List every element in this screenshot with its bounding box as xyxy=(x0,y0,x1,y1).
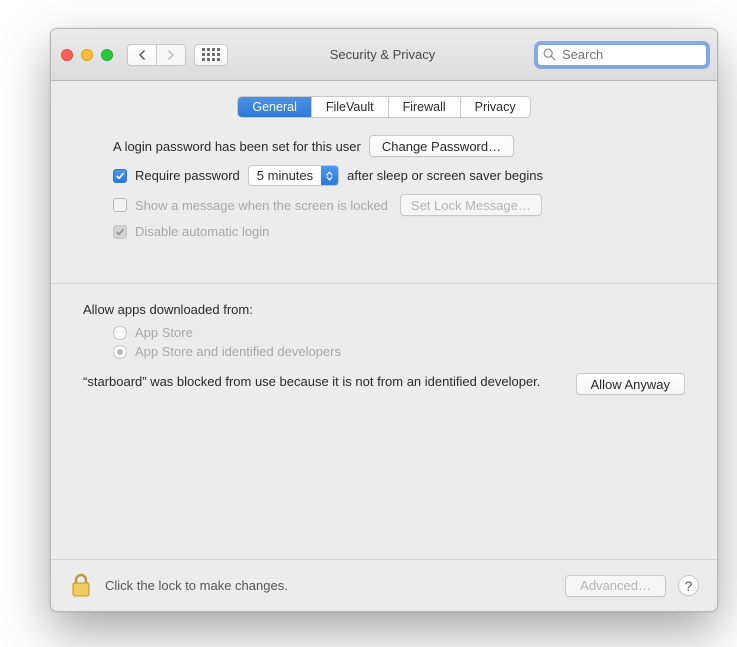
disable-automatic-login-checkbox xyxy=(113,225,127,239)
chevron-right-icon xyxy=(167,50,175,60)
allow-apps-heading: Allow apps downloaded from: xyxy=(83,302,253,317)
show-all-button[interactable] xyxy=(194,44,228,66)
show-message-label: Show a message when the screen is locked xyxy=(135,198,388,213)
tab-segment: General FileVault Firewall Privacy xyxy=(238,97,529,117)
tab-general[interactable]: General xyxy=(238,97,311,117)
footer: Click the lock to make changes. Advanced… xyxy=(51,559,717,611)
allow-anyway-button[interactable]: Allow Anyway xyxy=(576,373,685,395)
require-password-label: Require password xyxy=(135,168,240,183)
tab-bar: General FileVault Firewall Privacy xyxy=(51,97,717,117)
search-icon xyxy=(543,48,556,61)
disable-automatic-login-label: Disable automatic login xyxy=(135,224,269,239)
preferences-window: Security & Privacy General FileVault Fir… xyxy=(50,28,718,612)
help-button[interactable]: ? xyxy=(678,575,699,596)
advanced-button: Advanced… xyxy=(565,575,666,597)
divider xyxy=(51,283,717,284)
lock-icon xyxy=(69,572,93,600)
tab-filevault[interactable]: FileVault xyxy=(312,97,389,117)
check-icon xyxy=(115,227,125,237)
stepper-arrows-icon xyxy=(321,166,338,185)
window-controls xyxy=(61,49,113,61)
after-sleep-text: after sleep or screen saver begins xyxy=(347,168,543,183)
allow-identified-radio xyxy=(113,345,127,359)
set-lock-message-button: Set Lock Message… xyxy=(400,194,542,216)
forward-button[interactable] xyxy=(157,44,186,66)
chevron-left-icon xyxy=(138,50,146,60)
tab-firewall[interactable]: Firewall xyxy=(389,97,461,117)
close-window-button[interactable] xyxy=(61,49,73,61)
nav-group xyxy=(127,44,186,66)
allow-app-store-label: App Store xyxy=(135,325,193,340)
check-icon xyxy=(115,171,125,181)
minimize-window-button[interactable] xyxy=(81,49,93,61)
show-message-checkbox xyxy=(113,198,127,212)
blocked-app-message: “starboard” was blocked from use because… xyxy=(83,373,556,391)
tab-privacy[interactable]: Privacy xyxy=(461,97,530,117)
window-title: Security & Privacy xyxy=(236,47,529,62)
search-field[interactable] xyxy=(537,44,707,66)
search-input[interactable] xyxy=(537,44,707,66)
allow-app-store-radio xyxy=(113,326,127,340)
lock-button[interactable] xyxy=(69,572,93,600)
allow-identified-label: App Store and identified developers xyxy=(135,344,341,359)
change-password-button[interactable]: Change Password… xyxy=(369,135,514,157)
delay-value: 5 minutes xyxy=(249,168,321,183)
general-pane: A login password has been set for this u… xyxy=(51,117,717,395)
zoom-window-button[interactable] xyxy=(101,49,113,61)
grid-icon xyxy=(202,48,220,61)
lock-text: Click the lock to make changes. xyxy=(105,578,288,593)
titlebar: Security & Privacy xyxy=(51,29,717,81)
require-password-checkbox[interactable] xyxy=(113,169,127,183)
back-button[interactable] xyxy=(127,44,157,66)
login-password-text: A login password has been set for this u… xyxy=(113,139,361,154)
require-password-delay-select[interactable]: 5 minutes xyxy=(248,165,339,186)
